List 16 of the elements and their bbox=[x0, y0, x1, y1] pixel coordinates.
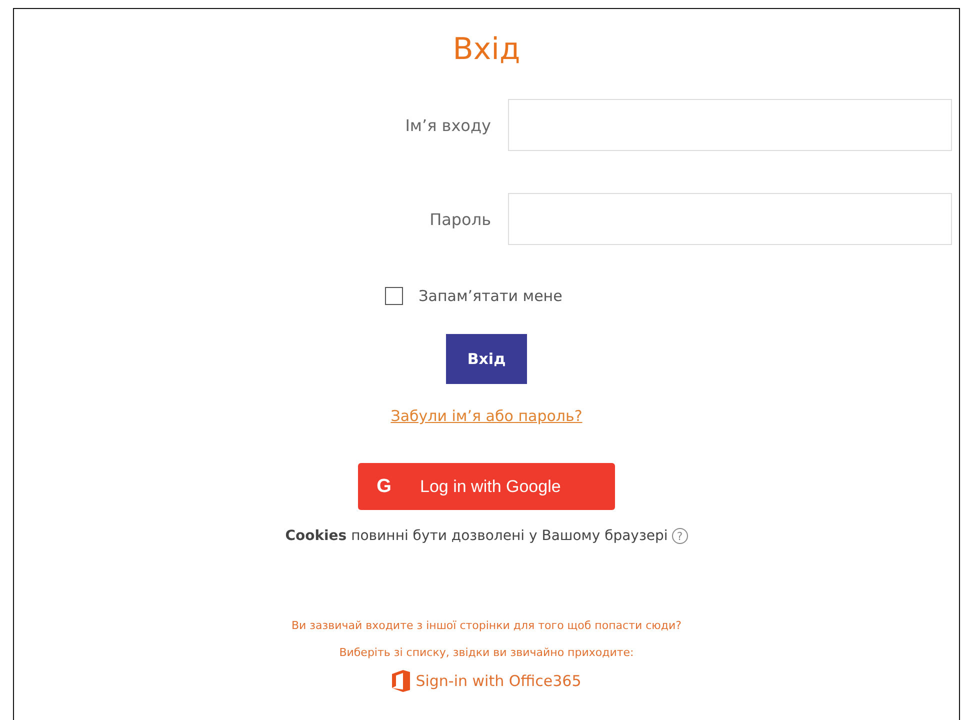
checkbox-label: Запам’ятати мене bbox=[418, 287, 562, 305]
input-field[interactable] bbox=[508, 193, 952, 245]
login-button[interactable]: Вхід bbox=[446, 334, 527, 384]
login-hint-text: Ви зазвичай входите з іншої сторінки для того щоб попасти сюди? bbox=[291, 618, 682, 634]
login-hint-text: Виберіть зі списку, звідки ви звичайно приходите: bbox=[339, 645, 634, 661]
office365-link[interactable]: Sign-in with Office365 bbox=[416, 672, 582, 690]
field-label: Пароль bbox=[430, 210, 491, 228]
field-label: Ім’я входу bbox=[405, 116, 491, 134]
input-field[interactable] bbox=[508, 99, 952, 151]
page-title: Вхід bbox=[452, 31, 520, 69]
help-icon[interactable]: ? bbox=[672, 528, 688, 544]
google-login-button[interactable]: G Log in with Google bbox=[358, 463, 615, 510]
forgot-password-link[interactable]: Забули ім’я або пароль? bbox=[390, 407, 582, 425]
cookies-notice: Cookies повинні бути дозволені у Вашому браузері bbox=[285, 528, 668, 544]
remember-checkbox[interactable] bbox=[384, 287, 403, 305]
office-icon bbox=[392, 670, 410, 692]
